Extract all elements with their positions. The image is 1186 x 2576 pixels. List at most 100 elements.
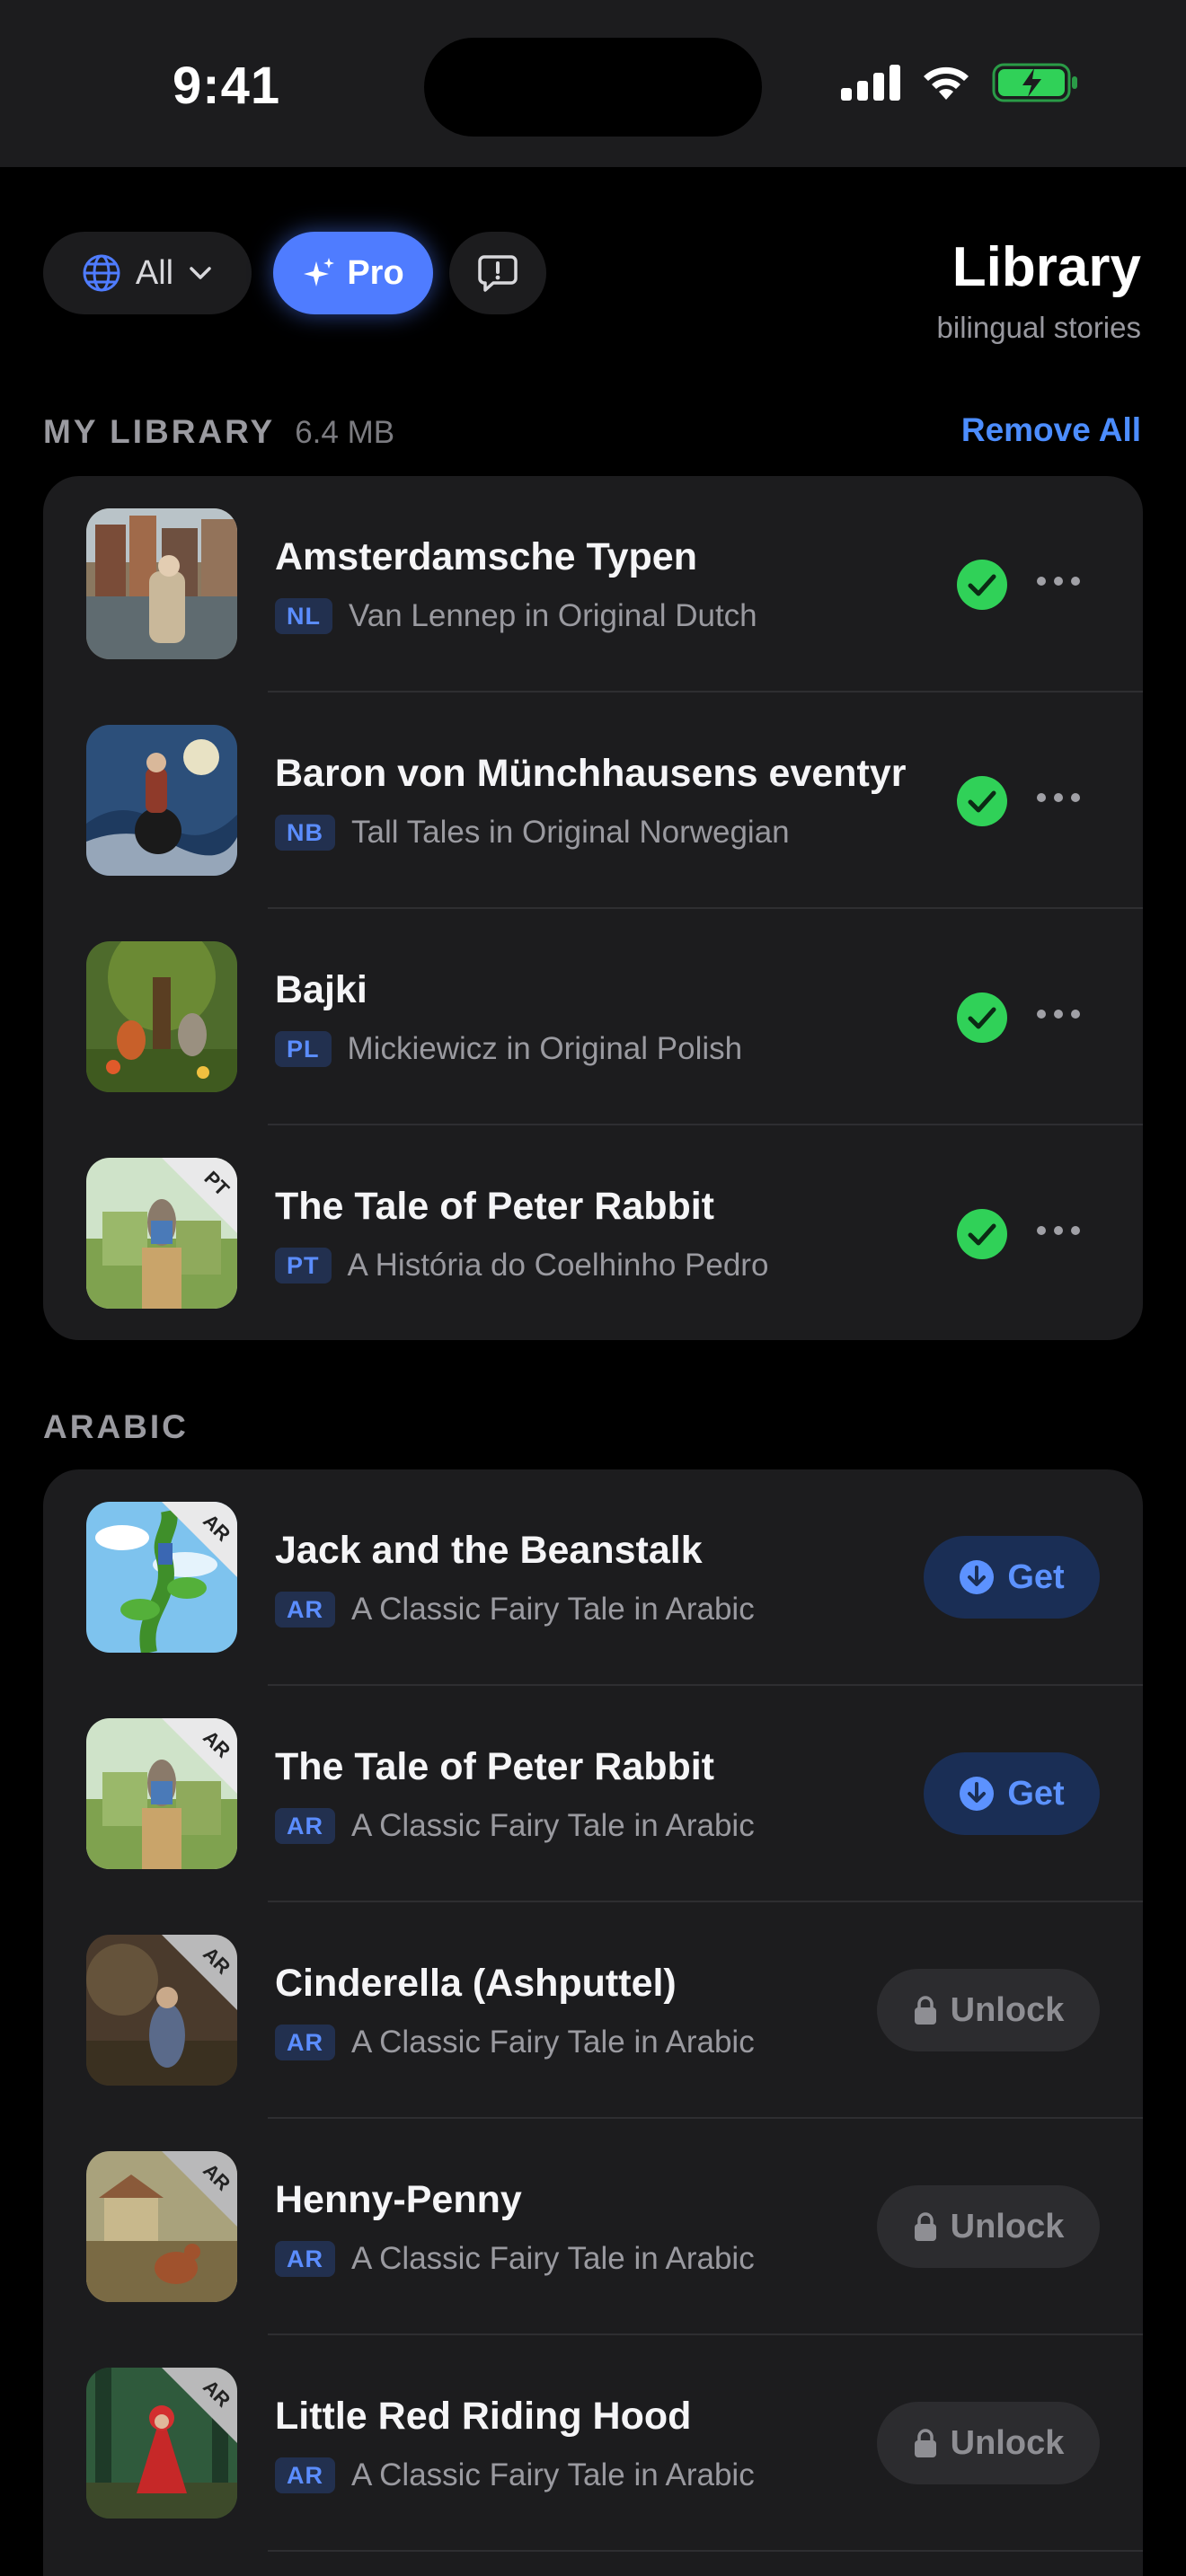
library-header: All Pro Library bilingual stories: [0, 167, 1186, 401]
page-title: Library: [951, 236, 1141, 298]
language-badge: PT: [275, 1248, 332, 1284]
book-subtitle: Mickiewicz in Original Polish: [347, 1031, 743, 1066]
pro-button[interactable]: Pro: [273, 232, 433, 314]
book-title: The Tale of Peter Rabbit: [275, 1185, 714, 1228]
download-circle-icon: [960, 1777, 995, 1811]
lock-icon: [914, 1996, 936, 2025]
book-subtitle-row: AR A Classic Fairy Tale in Arabic: [275, 2025, 755, 2060]
language-badge: AR: [275, 2025, 335, 2060]
book-title: Henny-Penny: [275, 2178, 522, 2221]
arabic-heading: ARABIC: [43, 1408, 189, 1445]
more-options-icon[interactable]: [1037, 577, 1080, 586]
unlock-label: Unlock: [950, 1990, 1065, 2029]
dynamic-island: [424, 38, 762, 137]
book-cover-image: [86, 508, 237, 659]
book-title: Jack and the Beanstalk: [275, 1529, 703, 1572]
get-label: Get: [1007, 1557, 1065, 1596]
page-subtitle: bilingual stories: [936, 311, 1141, 344]
wifi-icon: [924, 66, 969, 100]
language-badge: AR: [275, 2241, 335, 2277]
book-cover-image: [86, 941, 237, 1092]
language-badge: AR: [275, 1592, 335, 1628]
battery-charging-icon: [992, 63, 1077, 102]
book-cover-image: AR: [86, 2368, 237, 2519]
list-item[interactable]: AR Cinderella (Ashputtel) AR A Classic F…: [43, 1902, 1143, 2119]
feedback-button[interactable]: [449, 232, 546, 314]
arabic-list: AR Jack and the Beanstalk AR A Classic F…: [43, 1469, 1143, 2576]
lock-icon: [914, 2212, 936, 2241]
book-title: Bajki: [275, 968, 367, 1011]
list-item[interactable]: Baron von Münchhausens eventyr NB Tall T…: [43, 693, 1143, 909]
book-cover-image: [86, 725, 237, 876]
language-badge: AR: [275, 2457, 335, 2493]
remove-all-button[interactable]: Remove All: [961, 411, 1141, 449]
get-button[interactable]: Get: [924, 1536, 1100, 1619]
status-icons: [841, 63, 1078, 102]
list-item[interactable]: Bajki PL Mickiewicz in Original Polish: [43, 909, 1143, 1125]
my-library-list: Amsterdamsche Typen NL Van Lennep in Ori…: [43, 476, 1143, 1340]
book-subtitle-row: AR A Classic Fairy Tale in Arabic: [275, 1592, 755, 1628]
cellular-signal-icon: [841, 65, 900, 101]
downloaded-checkmark-icon: [957, 776, 1007, 826]
book-cover-image: AR: [86, 2151, 237, 2302]
list-item[interactable]: Amsterdamsche Typen NL Van Lennep in Ori…: [43, 476, 1143, 693]
book-subtitle-row: PL Mickiewicz in Original Polish: [275, 1031, 742, 1067]
list-item[interactable]: PT The Tale of Peter Rabbit PT A Históri…: [43, 1125, 1143, 1340]
book-subtitle-row: NB Tall Tales in Original Norwegian: [275, 815, 790, 851]
book-title: Amsterdamsche Typen: [275, 535, 697, 578]
language-badge: NB: [275, 815, 335, 851]
get-button[interactable]: Get: [924, 1752, 1100, 1835]
language-filter-button[interactable]: All: [43, 232, 252, 314]
unlock-label: Unlock: [950, 2207, 1065, 2245]
unlock-button[interactable]: Unlock: [877, 2402, 1100, 2484]
list-item[interactable]: AR Jack and the Beanstalk AR A Classic F…: [43, 1469, 1143, 1686]
list-item[interactable]: AR Henny-Penny AR A Classic Fairy Tale i…: [43, 2119, 1143, 2335]
sparkles-icon: [304, 258, 335, 287]
library-size: 6.4 MB: [295, 415, 395, 450]
list-item[interactable]: AR Little Red Riding Hood AR A Classic F…: [43, 2335, 1143, 2552]
language-badge: AR: [275, 1808, 335, 1844]
book-subtitle-row: PT A História do Coelhinho Pedro: [275, 1248, 768, 1284]
status-bar: 9:41: [0, 0, 1186, 167]
unlock-button[interactable]: Unlock: [877, 1969, 1100, 2051]
language-filter-label: All: [135, 253, 174, 292]
book-subtitle-row: AR A Classic Fairy Tale in Arabic: [275, 1808, 755, 1844]
book-subtitle-row: AR A Classic Fairy Tale in Arabic: [275, 2457, 755, 2493]
book-subtitle-row: NL Van Lennep in Original Dutch: [275, 598, 757, 634]
chevron-down-icon: [190, 267, 211, 279]
downloaded-checkmark-icon: [957, 992, 1007, 1043]
language-badge: PL: [275, 1031, 332, 1067]
status-time: 9:41: [173, 57, 281, 115]
unlock-label: Unlock: [950, 2423, 1065, 2462]
book-title: Baron von Münchhausens eventyr: [275, 752, 907, 795]
book-title: Cinderella (Ashputtel): [275, 1962, 677, 2005]
book-cover-image: AR: [86, 1935, 237, 2086]
downloaded-checkmark-icon: [957, 560, 1007, 610]
book-subtitle: Van Lennep in Original Dutch: [349, 598, 757, 633]
book-subtitle: A Classic Fairy Tale in Arabic: [351, 2025, 755, 2060]
book-subtitle: A Classic Fairy Tale in Arabic: [351, 2241, 755, 2276]
book-cover-image: AR: [86, 1502, 237, 1653]
more-options-icon[interactable]: [1037, 1226, 1080, 1235]
book-subtitle: Tall Tales in Original Norwegian: [351, 815, 790, 850]
book-cover-image: PT: [86, 1158, 237, 1309]
book-subtitle: A Classic Fairy Tale in Arabic: [351, 1808, 755, 1843]
globe-icon: [83, 254, 120, 292]
book-title: The Tale of Peter Rabbit: [275, 1745, 714, 1788]
book-subtitle: A Classic Fairy Tale in Arabic: [351, 2457, 755, 2492]
my-library-heading: MY LIBRARY 6.4 MB: [43, 413, 394, 451]
unlock-button[interactable]: Unlock: [877, 2185, 1100, 2268]
more-options-icon[interactable]: [1037, 793, 1080, 802]
book-subtitle-row: AR A Classic Fairy Tale in Arabic: [275, 2241, 755, 2277]
downloaded-checkmark-icon: [957, 1209, 1007, 1259]
book-subtitle: A Classic Fairy Tale in Arabic: [351, 1592, 755, 1627]
feedback-bubble-icon: [478, 255, 518, 292]
pro-label: Pro: [347, 253, 404, 292]
get-label: Get: [1007, 1774, 1065, 1813]
row-divider: [268, 2550, 1143, 2552]
my-library-title: MY LIBRARY: [43, 413, 276, 450]
list-item[interactable]: AR The Tale of Peter Rabbit AR A Classic…: [43, 1686, 1143, 1902]
book-title: Little Red Riding Hood: [275, 2395, 692, 2438]
more-options-icon[interactable]: [1037, 1010, 1080, 1019]
language-badge: NL: [275, 598, 332, 634]
